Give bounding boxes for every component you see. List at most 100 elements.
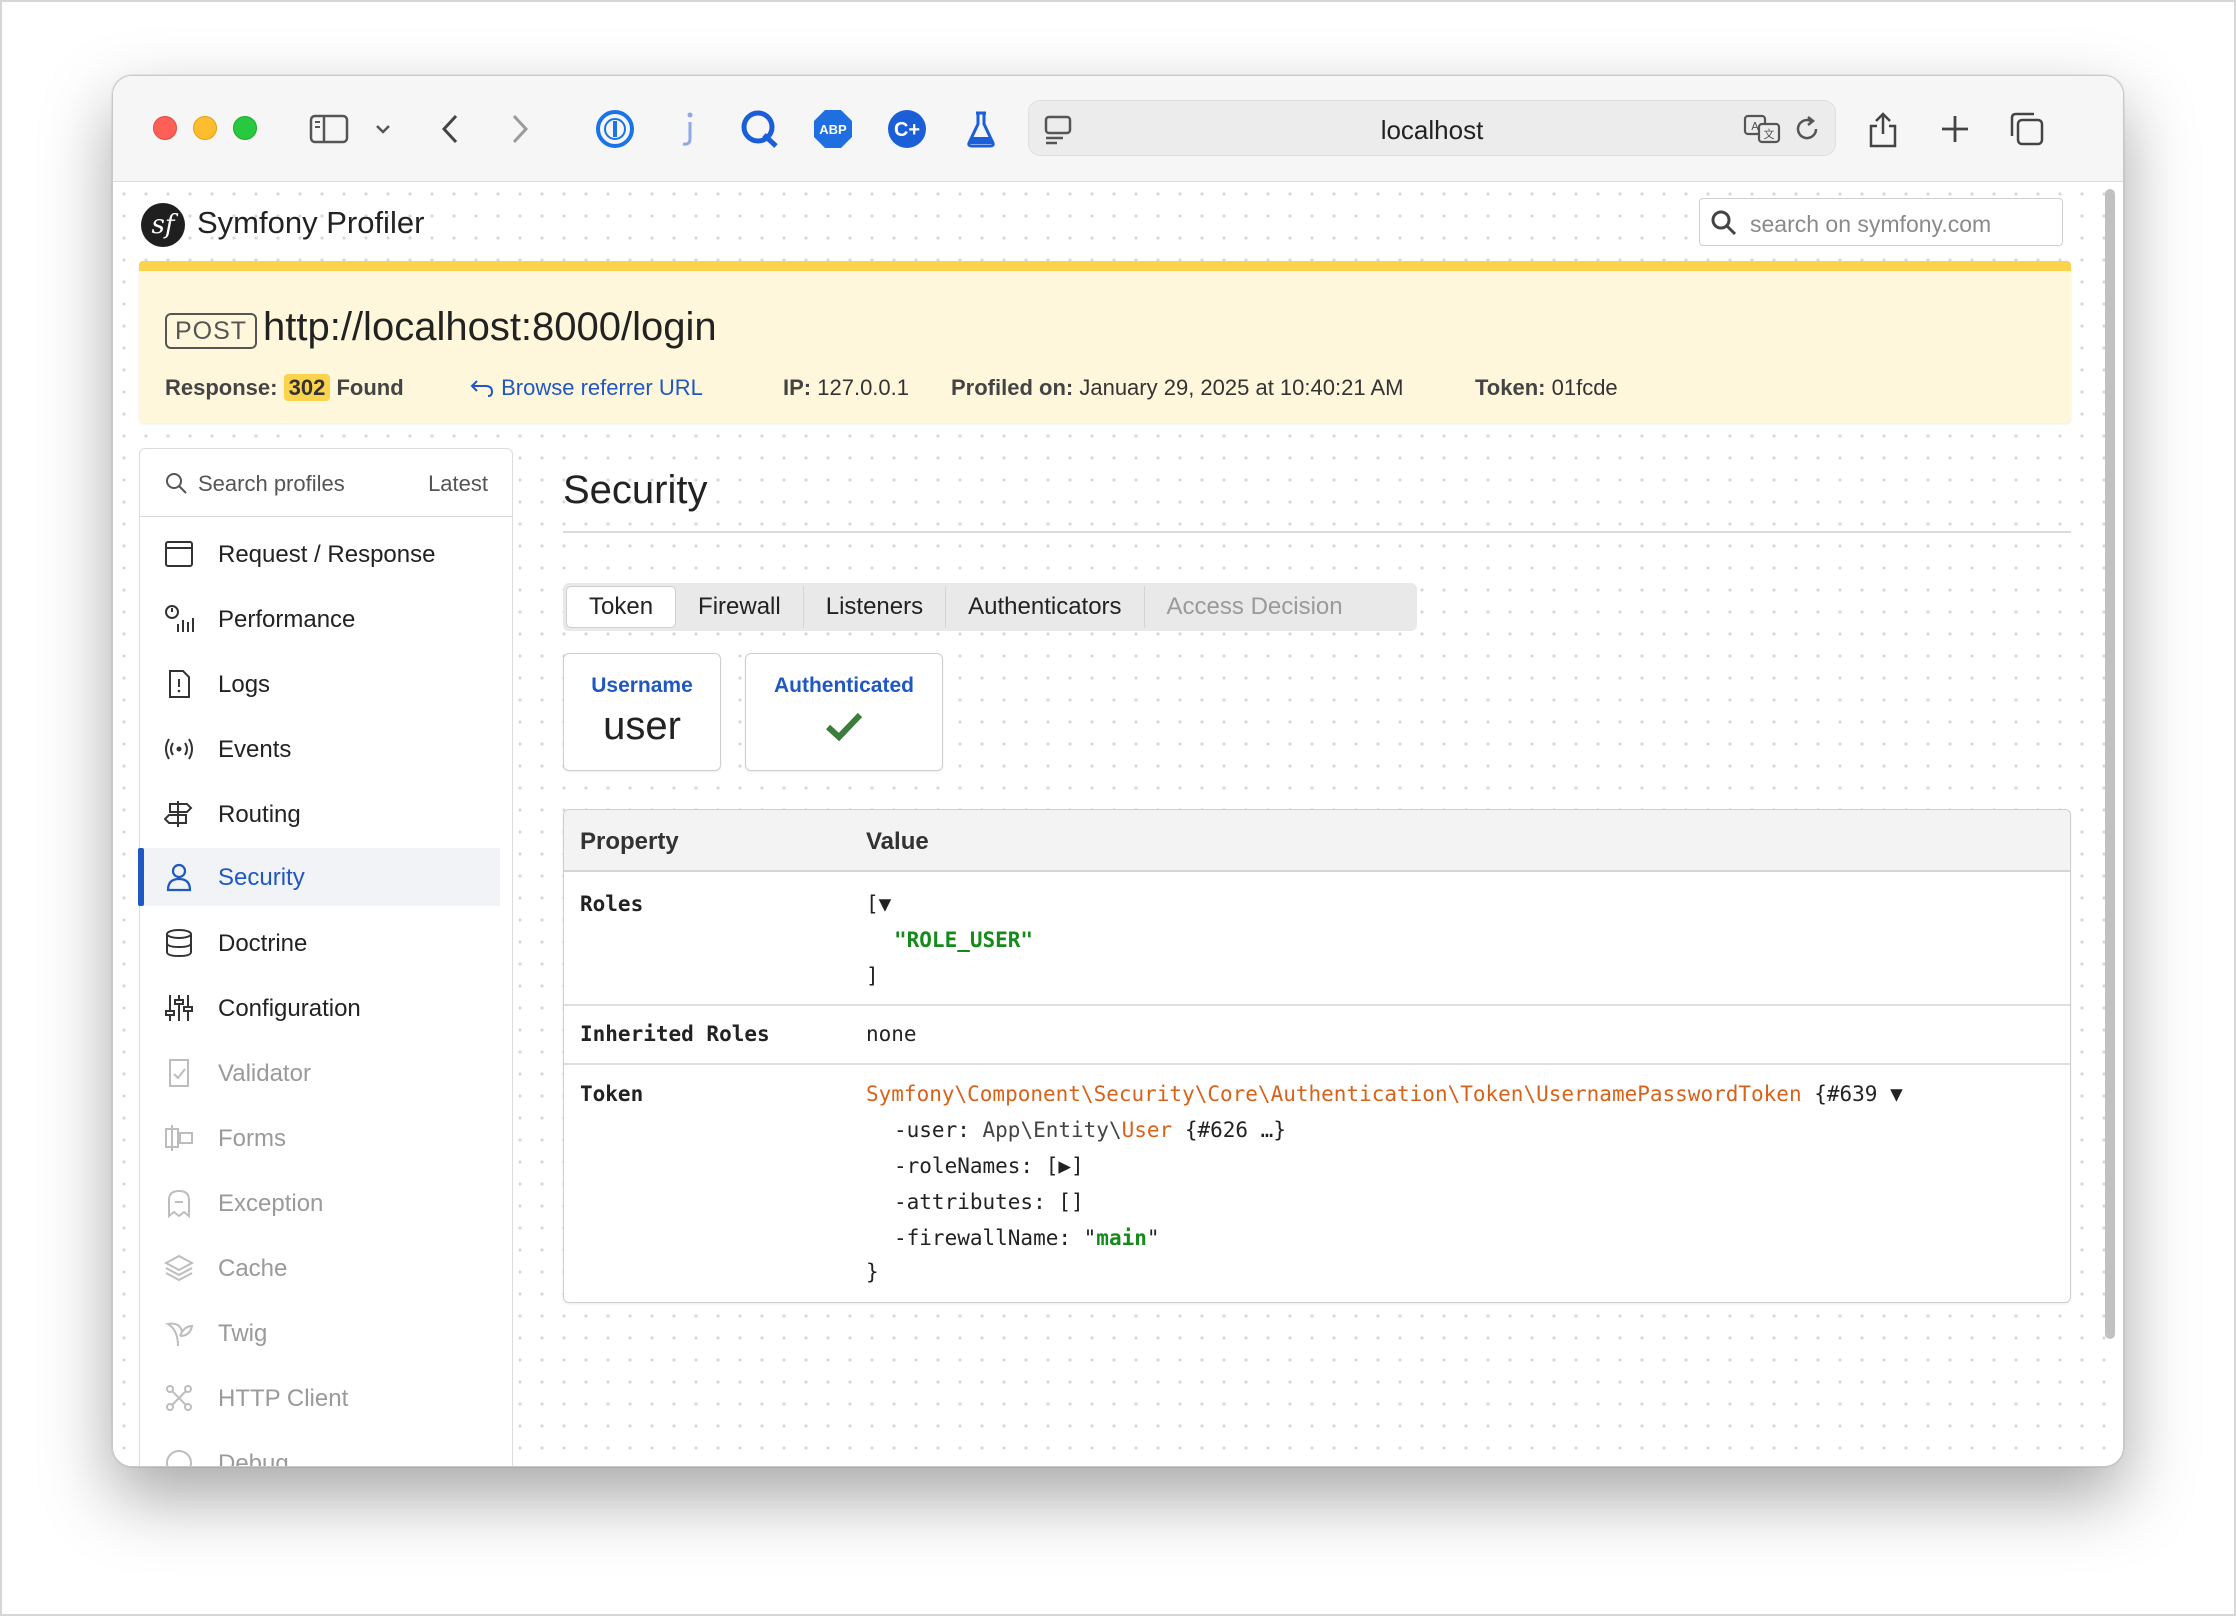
- svg-text:ABP: ABP: [819, 122, 847, 137]
- response-status: Response: 302 Found: [165, 374, 404, 401]
- svg-text:文: 文: [1764, 127, 1775, 141]
- browse-referrer-link[interactable]: Browse referrer URL: [469, 375, 703, 401]
- brand-title[interactable]: Symfony Profiler: [197, 205, 424, 241]
- back-icon[interactable]: [435, 106, 465, 152]
- scrollbar-thumb[interactable]: [2105, 189, 2115, 1339]
- signpost-icon: [164, 799, 194, 829]
- share-icon[interactable]: [1863, 106, 1903, 152]
- request-url: http://localhost:8000/login: [263, 305, 717, 349]
- address-bar[interactable]: localhost A文: [1028, 100, 1836, 156]
- sidebar-item-request-response[interactable]: Request / Response: [140, 525, 500, 583]
- browser-window: ABP C+ localhost A文 sf Symfony Profiler …: [112, 75, 2124, 1467]
- sidebar-item-doctrine[interactable]: Doctrine: [140, 914, 500, 972]
- page-content: sf Symfony Profiler search on symfony.co…: [113, 183, 2123, 1467]
- adblock-extension-icon[interactable]: ABP: [811, 106, 855, 152]
- profile-token: Token: 01fcde: [1475, 375, 1618, 400]
- row-separator: [564, 1063, 2070, 1065]
- tab-firewall[interactable]: Firewall: [676, 586, 804, 628]
- page-title: Security: [563, 468, 708, 512]
- table-header: Property Value: [564, 810, 2070, 872]
- column-header-property: Property: [580, 828, 679, 855]
- sidebar-item-configuration[interactable]: Configuration: [140, 979, 500, 1037]
- column-header-value: Value: [866, 828, 929, 855]
- minimize-window-button[interactable]: [193, 116, 217, 140]
- translate-icon[interactable]: A文: [1743, 113, 1783, 150]
- broadcast-icon: [164, 734, 194, 764]
- tab-access-decision[interactable]: Access Decision: [1145, 586, 1365, 628]
- token-ref-toggle[interactable]: {#639 ▼: [1802, 1082, 1903, 1106]
- user-icon: [164, 862, 194, 892]
- profiled-on: Profiled on: January 29, 2025 at 10:40:2…: [951, 375, 1404, 400]
- svg-text:A: A: [1751, 120, 1759, 133]
- chevron-down-icon[interactable]: [371, 106, 395, 152]
- sidebar-item-exception[interactable]: Exception: [140, 1174, 500, 1232]
- tab-overview-icon[interactable]: [2007, 106, 2047, 152]
- latest-link[interactable]: Latest: [428, 471, 488, 497]
- sidebar-item-label: Doctrine: [218, 930, 308, 957]
- roles-close: ]: [866, 964, 879, 988]
- request-summary: POST http://localhost:8000/login Respons…: [139, 261, 2071, 423]
- tab-authenticators[interactable]: Authenticators: [946, 586, 1145, 628]
- sidebar-item-twig[interactable]: Twig: [140, 1304, 500, 1362]
- token-role-names-line[interactable]: -roleNames: [▶]: [894, 1154, 1084, 1178]
- j-extension-icon[interactable]: [673, 106, 703, 152]
- sidebar-toggle-icon[interactable]: [307, 106, 351, 152]
- new-tab-icon[interactable]: [1935, 106, 1975, 152]
- sidebar-item-cache[interactable]: Cache: [140, 1239, 500, 1297]
- sidebar-item-security[interactable]: Security: [138, 848, 500, 906]
- sidebar-item-label: Exception: [218, 1190, 324, 1217]
- role-user-value: "ROLE_USER": [894, 928, 1034, 952]
- sidebar-item-label: Twig: [218, 1320, 268, 1347]
- coupon-extension-icon[interactable]: C+: [885, 106, 929, 152]
- search-profiles[interactable]: Search profiles Latest: [140, 449, 512, 517]
- zoom-window-button[interactable]: [233, 116, 257, 140]
- browser-toolbar: ABP C+ localhost A文: [113, 76, 2123, 182]
- symfony-logo-icon[interactable]: sf: [141, 203, 185, 247]
- roles-open-toggle[interactable]: [▼: [866, 892, 891, 916]
- sidebar-item-logs[interactable]: Logs: [140, 655, 500, 713]
- sidebar-item-label: Configuration: [218, 995, 361, 1022]
- sidebar-item-routing[interactable]: Routing: [140, 785, 500, 843]
- metric-username: Username user: [563, 653, 721, 771]
- title-divider: [563, 531, 2071, 533]
- close-window-button[interactable]: [153, 116, 177, 140]
- status-code-badge: 302: [283, 374, 331, 401]
- sidebar-item-performance[interactable]: Performance: [140, 590, 500, 648]
- return-arrow-icon: [469, 375, 501, 400]
- sidebar-item-label: Debug: [218, 1450, 289, 1467]
- security-tabs: Token Firewall Listeners Authenticators …: [563, 583, 1417, 631]
- forward-icon[interactable]: [505, 106, 535, 152]
- window-icon: [164, 539, 194, 569]
- layers-icon: [164, 1253, 194, 1283]
- svg-text:C+: C+: [894, 119, 920, 141]
- search-icon: [164, 471, 188, 500]
- token-closing-brace: }: [866, 1260, 879, 1284]
- sidebar-item-validator[interactable]: Validator: [140, 1044, 500, 1102]
- vertical-scrollbar[interactable]: [2103, 183, 2117, 1466]
- sidebar-item-events[interactable]: Events: [140, 720, 500, 778]
- log-file-icon: [164, 669, 194, 699]
- sidebar-item-debug[interactable]: Debug: [140, 1434, 500, 1467]
- reload-icon[interactable]: [1791, 113, 1823, 150]
- search-icon: [1710, 209, 1738, 242]
- sidebar-item-label: Security: [218, 864, 305, 891]
- password-manager-extension-icon[interactable]: [593, 106, 637, 152]
- client-ip: IP: 127.0.0.1: [783, 375, 909, 400]
- sidebar-item-forms[interactable]: Forms: [140, 1109, 500, 1167]
- row-key-roles: Roles: [580, 892, 644, 916]
- q-extension-icon[interactable]: [737, 106, 781, 152]
- database-icon: [164, 928, 194, 958]
- token-class-line: Symfony\Component\Security\Core\Authenti…: [866, 1082, 1903, 1106]
- tab-listeners[interactable]: Listeners: [804, 586, 947, 628]
- row-key-token: Token: [580, 1082, 644, 1106]
- leaf-icon: [164, 1318, 194, 1348]
- sidebar-item-label: HTTP Client: [218, 1385, 349, 1412]
- stopwatch-icon: [164, 604, 194, 634]
- flask-extension-icon[interactable]: [961, 106, 1001, 152]
- metric-label: Authenticated: [773, 674, 914, 697]
- symfony-search-input[interactable]: search on symfony.com: [1699, 198, 2063, 246]
- sidebar-item-http-client[interactable]: HTTP Client: [140, 1369, 500, 1427]
- checkmark-icon: [746, 710, 942, 747]
- debug-icon: [164, 1448, 194, 1466]
- tab-token[interactable]: Token: [566, 586, 677, 628]
